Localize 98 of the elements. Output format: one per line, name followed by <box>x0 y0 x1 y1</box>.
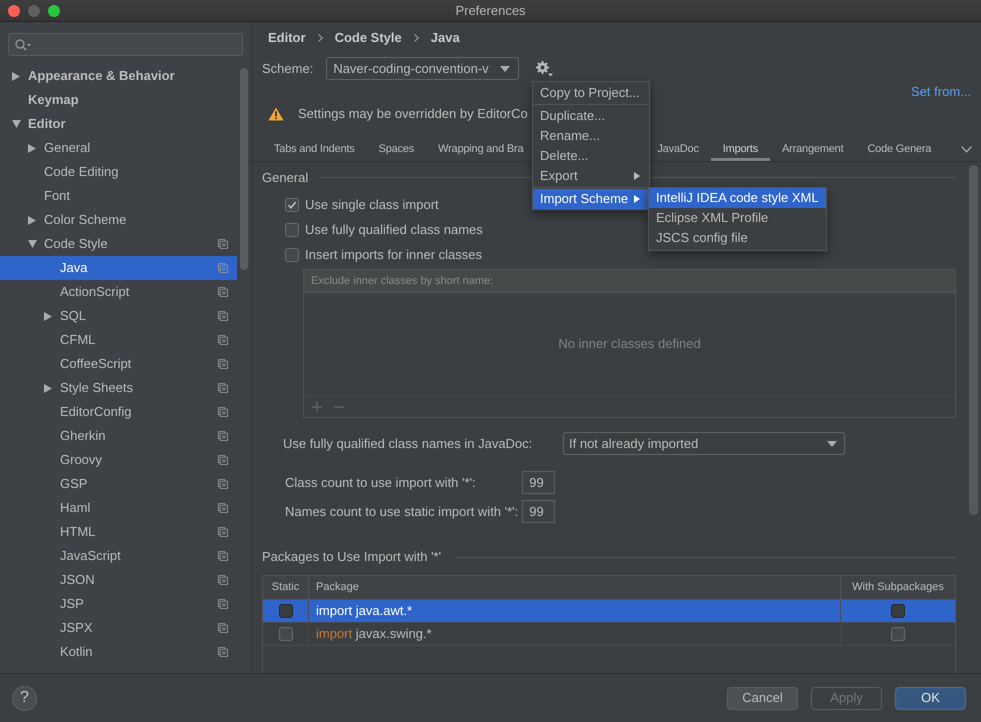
menu-item[interactable]: Import Scheme <box>533 189 649 209</box>
tree-item[interactable]: Kotlin <box>0 640 237 664</box>
tab[interactable]: Spaces <box>366 137 426 161</box>
menu-item[interactable]: Delete... <box>533 146 649 166</box>
caret-right-icon[interactable] <box>44 312 52 320</box>
menu-item[interactable]: Rename... <box>533 126 649 146</box>
chevron-right-icon <box>414 34 419 42</box>
checkbox[interactable] <box>285 222 299 236</box>
option-label: Insert imports for inner classes <box>305 246 482 264</box>
tree-item[interactable]: Color Scheme <box>0 208 237 232</box>
caret-right-icon[interactable] <box>28 216 36 224</box>
javadoc-label: Use fully qualified class names in JavaDoc: <box>283 434 534 453</box>
tree-item[interactable]: Code Style <box>0 232 237 256</box>
chevron-down-icon[interactable] <box>961 146 972 152</box>
tab[interactable]: Code Genera <box>855 137 944 161</box>
scrollbar-thumb[interactable] <box>240 68 248 270</box>
tree-item[interactable]: Editor <box>0 112 237 136</box>
menu-item[interactable]: Eclipse XML Profile <box>649 208 826 228</box>
checkbox[interactable] <box>278 627 292 641</box>
menu-item[interactable]: IntelliJ IDEA code style XML <box>649 188 826 208</box>
set-from-link[interactable]: Set from... <box>911 82 971 102</box>
tree-item[interactable]: HTML <box>0 520 237 544</box>
scheme-label: Scheme: <box>262 60 314 78</box>
section-title: Packages to Use Import with '*' <box>262 548 442 566</box>
count-label: Names count to use static import with '*': <box>285 502 518 521</box>
tree-item[interactable]: Appearance & Behavior <box>0 64 237 88</box>
tree-item[interactable]: Groovy <box>0 448 237 472</box>
table-row[interactable]: import javax.swing.* <box>263 623 955 646</box>
checkbox[interactable] <box>285 198 299 212</box>
column-header[interactable]: With Subpackages <box>852 579 944 596</box>
tree-item[interactable]: JSPX <box>0 616 237 640</box>
window-zoom-button[interactable] <box>48 5 60 17</box>
breadcrumb-item: Java <box>430 29 460 48</box>
breadcrumb-item: Code Style <box>334 29 402 48</box>
tree-item[interactable]: Font <box>0 184 237 208</box>
caret-down-icon[interactable] <box>12 120 21 128</box>
list-header: Exclude inner classes by short name: <box>304 270 955 293</box>
tree-item[interactable]: Haml <box>0 496 237 520</box>
breadcrumb-item: Editor <box>268 29 306 48</box>
tab[interactable]: Wrapping and Bra <box>426 137 524 161</box>
tree-item[interactable]: Gherkin <box>0 424 237 448</box>
menu-item[interactable]: Export <box>533 166 649 186</box>
warning-message: Settings may be overridden by EditorCo <box>298 105 528 124</box>
tree-item[interactable]: CoffeeScript <box>0 352 237 376</box>
section-title: General <box>262 168 308 187</box>
tab[interactable]: Imports <box>710 137 770 161</box>
settings-icon[interactable] <box>536 60 554 76</box>
tree-item[interactable]: JSP <box>0 592 237 616</box>
dialog-button[interactable]: OK <box>895 686 966 710</box>
checkbox[interactable] <box>891 604 905 618</box>
window-title: Preferences <box>455 2 526 20</box>
scrollbar-thumb[interactable] <box>969 165 978 515</box>
caret-right-icon[interactable] <box>44 384 52 392</box>
tree-item[interactable]: Java <box>0 256 237 280</box>
package-name: import javax.swing.* <box>316 625 432 644</box>
count-label: Class count to use import with '*': <box>285 474 477 492</box>
number-field[interactable]: 99 <box>522 500 556 523</box>
empty-message: No inner classes defined <box>558 335 701 354</box>
window-close-button[interactable] <box>8 5 20 17</box>
search-field[interactable] <box>8 33 243 56</box>
tree-item[interactable]: Style Sheets <box>0 376 237 400</box>
tab[interactable]: Tabs and Indents <box>262 137 367 161</box>
caret-right-icon[interactable] <box>28 144 36 152</box>
table-row[interactable]: import java.awt.* <box>263 600 955 623</box>
chevron-right-icon <box>318 34 323 42</box>
column-header[interactable]: Package <box>316 579 359 596</box>
column-header[interactable]: Static <box>272 579 300 596</box>
tree-item[interactable]: GSP <box>0 472 237 496</box>
tree-item[interactable]: JSON <box>0 568 237 592</box>
caret-down-icon[interactable] <box>28 240 37 248</box>
menu-item[interactable]: Copy to Project... <box>533 83 649 103</box>
menu-item[interactable]: Duplicate... <box>533 106 649 126</box>
menu-item[interactable]: JSCS config file <box>649 228 826 248</box>
tree-item[interactable]: CFML <box>0 328 237 352</box>
package-name: import java.awt.* <box>316 602 412 620</box>
checkbox[interactable] <box>891 627 905 641</box>
option-label: Use fully qualified class names <box>305 220 483 239</box>
tree-item[interactable]: Keymap <box>0 88 237 112</box>
search-icon <box>15 38 31 50</box>
tree-item[interactable]: JavaScript <box>0 544 237 568</box>
warning-icon <box>268 107 284 121</box>
tree-item[interactable]: Code Editing <box>0 160 237 184</box>
dialog-button[interactable]: Cancel <box>727 686 798 710</box>
option-label: Use single class import <box>305 196 439 214</box>
tree-item[interactable]: EditorConfig <box>0 400 237 424</box>
tab[interactable]: Arrangement <box>770 137 856 161</box>
tree-item[interactable]: SQL <box>0 304 237 328</box>
javadoc-dropdown[interactable]: If not already imported <box>563 432 845 455</box>
tree-item[interactable]: General <box>0 136 237 160</box>
dropdown-arrow-icon <box>500 66 510 72</box>
number-field[interactable]: 99 <box>522 471 556 494</box>
caret-right-icon[interactable] <box>12 72 20 80</box>
tree-item[interactable]: ActionScript <box>0 280 237 304</box>
scheme-dropdown[interactable]: Naver-coding-convention-v <box>326 57 520 80</box>
checkbox[interactable] <box>285 248 299 262</box>
dropdown-arrow-icon <box>827 440 837 446</box>
help-button[interactable]: ? <box>12 686 37 710</box>
checkbox[interactable] <box>278 604 292 618</box>
